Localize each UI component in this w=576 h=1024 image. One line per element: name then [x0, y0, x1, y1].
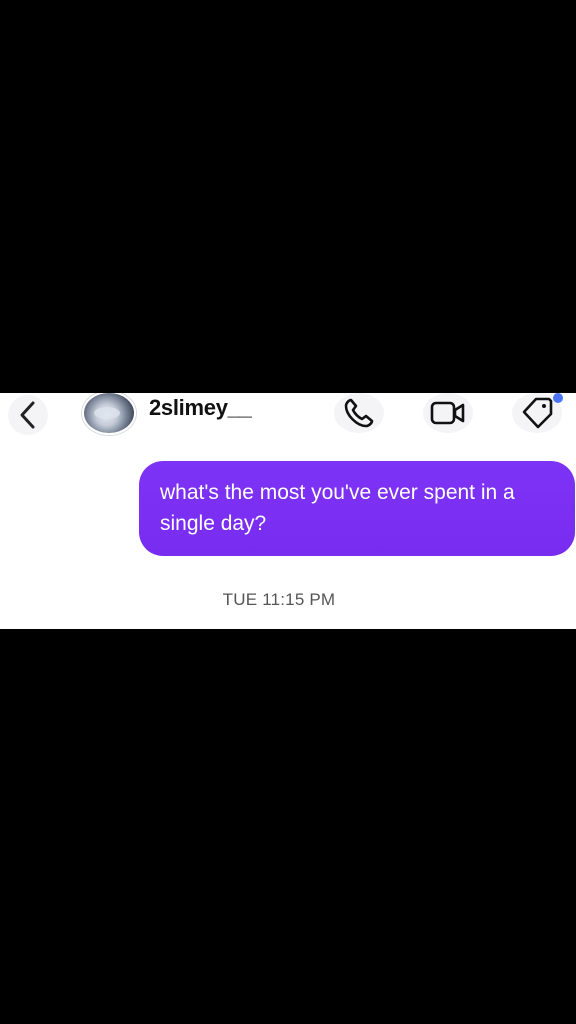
tag-icon [522, 397, 553, 429]
username[interactable]: 2slimey__ [149, 395, 252, 421]
notification-dot [553, 393, 563, 403]
chevron-left-icon [20, 401, 35, 429]
back-button[interactable] [8, 395, 48, 435]
tag-button[interactable] [512, 393, 563, 433]
message-timestamp: TUE 11:15 PM [222, 590, 336, 609]
message-text: what's the most you've ever spent in a s… [160, 481, 515, 535]
phone-icon [344, 398, 374, 428]
call-button[interactable] [334, 393, 384, 433]
chat-screen: 2slimey__ what's the most you've ever sp… [0, 393, 576, 629]
avatar[interactable] [82, 393, 136, 435]
chat-header: 2slimey__ [0, 393, 576, 441]
video-call-button[interactable] [423, 393, 473, 433]
message-thread: what's the most you've ever spent in a s… [0, 441, 576, 629]
video-camera-icon [430, 401, 465, 425]
outgoing-message-bubble[interactable]: what's the most you've ever spent in a s… [139, 461, 575, 556]
